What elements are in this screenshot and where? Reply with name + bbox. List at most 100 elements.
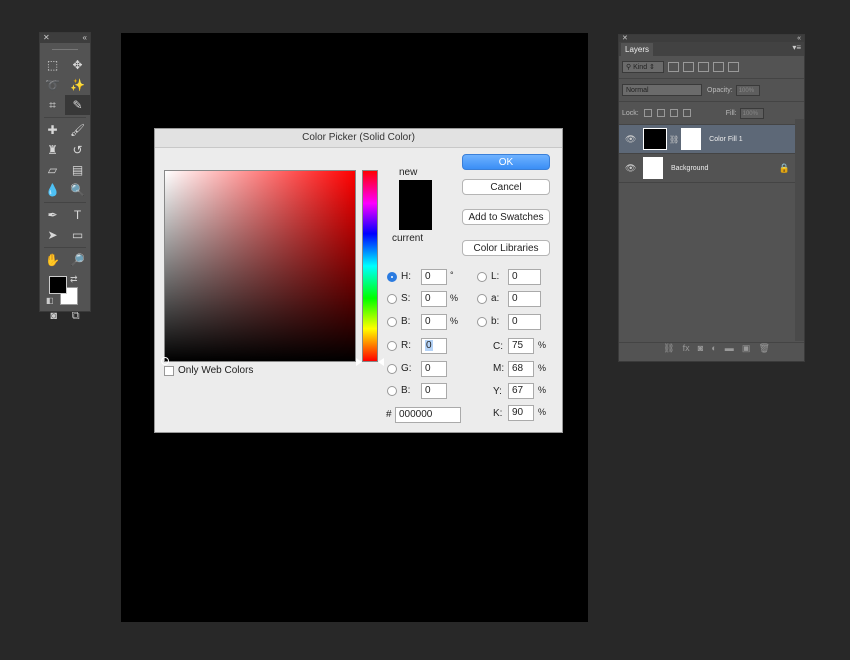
blur-tool-icon[interactable]: 💧	[40, 180, 65, 200]
tool-divider	[44, 202, 86, 203]
adjustment-filter-icon[interactable]	[683, 62, 694, 72]
marquee-tool-icon[interactable]: ⬚	[40, 55, 65, 75]
yellow-unit: %	[538, 385, 547, 395]
adjustment-layer-icon[interactable]: ◐	[711, 343, 716, 356]
layers-scrollbar[interactable]	[795, 119, 804, 341]
screen-mode-icon[interactable]: ⧉	[72, 310, 80, 323]
layer-color-fill[interactable]: 👁 ⛓ Color Fill 1	[619, 125, 804, 154]
lock-transparent-icon[interactable]	[643, 109, 652, 117]
eyedropper-tool-icon[interactable]: ✎	[65, 95, 90, 115]
type-filter-icon[interactable]	[698, 62, 709, 72]
smart-object-filter-icon[interactable]	[728, 62, 739, 72]
hue-slider[interactable]	[356, 170, 384, 366]
lasso-tool-icon[interactable]: ➰	[40, 75, 65, 95]
lab-a-radio[interactable]	[477, 294, 487, 304]
lab-b-input[interactable]: 0	[508, 314, 541, 330]
pen-tool-icon[interactable]: ✒	[40, 205, 65, 225]
lock-image-icon[interactable]	[656, 109, 665, 117]
color-libraries-button[interactable]: Color Libraries	[462, 240, 550, 256]
lock-all-icon[interactable]	[682, 109, 691, 117]
panel-grip[interactable]	[52, 43, 78, 50]
saturation-label: S:	[401, 293, 411, 304]
lock-position-icon[interactable]	[669, 109, 678, 117]
field-cursor[interactable]	[161, 357, 169, 365]
swap-colors-icon[interactable]: ⇄	[70, 274, 78, 285]
red-radio[interactable]	[387, 341, 397, 351]
visibility-eye-icon[interactable]: 👁	[625, 134, 639, 145]
tab-layers[interactable]: Layers	[621, 43, 654, 56]
gradient-tool-icon[interactable]: ▤	[65, 160, 90, 180]
layer-background[interactable]: 👁 Background 🔒	[619, 154, 804, 183]
foreground-color-swatch[interactable]	[49, 276, 67, 294]
lab-b-radio[interactable]	[477, 317, 487, 327]
hue-radio[interactable]	[387, 272, 397, 282]
hand-tool-icon[interactable]: ✋	[40, 250, 65, 270]
new-group-icon[interactable]: ▬	[725, 343, 734, 356]
trash-icon[interactable]: 🗑	[758, 343, 769, 356]
visibility-eye-icon[interactable]: 👁	[625, 163, 639, 174]
filter-kind-select[interactable]: ⚲ Kind ⇕	[622, 61, 664, 73]
saturation-brightness-field[interactable]	[161, 170, 356, 365]
yellow-input[interactable]: 67	[508, 383, 534, 399]
hue-slider-left-handle[interactable]	[356, 358, 362, 366]
close-icon[interactable]: ✕	[622, 35, 628, 42]
ok-button[interactable]: OK	[462, 154, 550, 170]
hex-input[interactable]: 000000	[395, 407, 461, 423]
add-mask-icon[interactable]: ◙	[698, 343, 703, 356]
lab-a-label: a:	[491, 293, 500, 304]
magenta-input[interactable]: 68	[508, 361, 534, 377]
new-layer-icon[interactable]: ▣	[742, 343, 751, 356]
green-label: G:	[401, 363, 412, 374]
opacity-input[interactable]: 100%	[735, 84, 760, 96]
panel-menu-icon[interactable]: ▾≡	[792, 43, 801, 52]
hue-input[interactable]: 0	[421, 269, 447, 285]
brightness-input[interactable]: 0	[421, 314, 447, 330]
hue-slider-right-handle[interactable]	[378, 358, 384, 366]
cyan-input[interactable]: 75	[508, 338, 534, 354]
blue-input[interactable]: 0	[421, 383, 447, 399]
layers-panel: ✕ « Layers ▾≡ ⚲ Kind ⇕ Normal Opacity: 1…	[618, 34, 805, 362]
close-icon[interactable]: ✕	[43, 33, 50, 43]
lab-l-input[interactable]: 0	[508, 269, 541, 285]
rectangle-tool-icon[interactable]: ▭	[65, 225, 90, 245]
collapse-icon[interactable]: «	[83, 33, 87, 43]
clone-stamp-tool-icon[interactable]: ♜	[40, 140, 65, 160]
dodge-tool-icon[interactable]: 🔍	[65, 180, 90, 200]
collapse-icon[interactable]: «	[797, 35, 801, 42]
history-brush-tool-icon[interactable]: ↺	[65, 140, 90, 160]
healing-brush-tool-icon[interactable]: ✚	[40, 120, 65, 140]
link-layers-icon[interactable]: ⛓	[663, 343, 674, 356]
brightness-label: B:	[401, 316, 411, 327]
only-web-colors-checkbox[interactable]	[164, 366, 174, 376]
lab-l-radio[interactable]	[477, 272, 487, 282]
pixel-filter-icon[interactable]	[668, 62, 679, 72]
saturation-input[interactable]: 0	[421, 291, 447, 307]
blend-mode-select[interactable]: Normal	[622, 84, 702, 96]
zoom-tool-icon[interactable]: 🔎	[65, 250, 90, 270]
lab-a-input[interactable]: 0	[508, 291, 541, 307]
saturation-radio[interactable]	[387, 294, 397, 304]
shape-filter-icon[interactable]	[713, 62, 724, 72]
fx-icon[interactable]: fx	[683, 343, 690, 356]
layers-footer: ⛓ fx ◙ ◐ ▬ ▣ 🗑	[619, 342, 804, 356]
mask-thumbnail[interactable]	[681, 128, 702, 150]
link-icon[interactable]: ⛓	[669, 135, 679, 144]
quick-mask-icon[interactable]: ◙	[50, 310, 57, 323]
black-input[interactable]: 90	[508, 405, 534, 421]
brightness-radio[interactable]	[387, 317, 397, 327]
blue-radio[interactable]	[387, 386, 397, 396]
red-input[interactable]: 0	[421, 338, 447, 354]
green-radio[interactable]	[387, 364, 397, 374]
path-selection-tool-icon[interactable]: ➤	[40, 225, 65, 245]
eraser-tool-icon[interactable]: ▱	[40, 160, 65, 180]
add-to-swatches-button[interactable]: Add to Swatches	[462, 209, 550, 225]
green-input[interactable]: 0	[421, 361, 447, 377]
type-tool-icon[interactable]: T	[65, 205, 90, 225]
crop-tool-icon[interactable]: ⌗	[40, 95, 65, 115]
fill-input[interactable]: 100%	[739, 107, 764, 119]
magic-wand-tool-icon[interactable]: ✨	[65, 75, 90, 95]
default-colors-icon[interactable]: ◧	[46, 296, 54, 305]
brush-tool-icon[interactable]: 🖌	[65, 120, 90, 140]
move-tool-icon[interactable]: ✥	[65, 55, 90, 75]
cancel-button[interactable]: Cancel	[462, 179, 550, 195]
